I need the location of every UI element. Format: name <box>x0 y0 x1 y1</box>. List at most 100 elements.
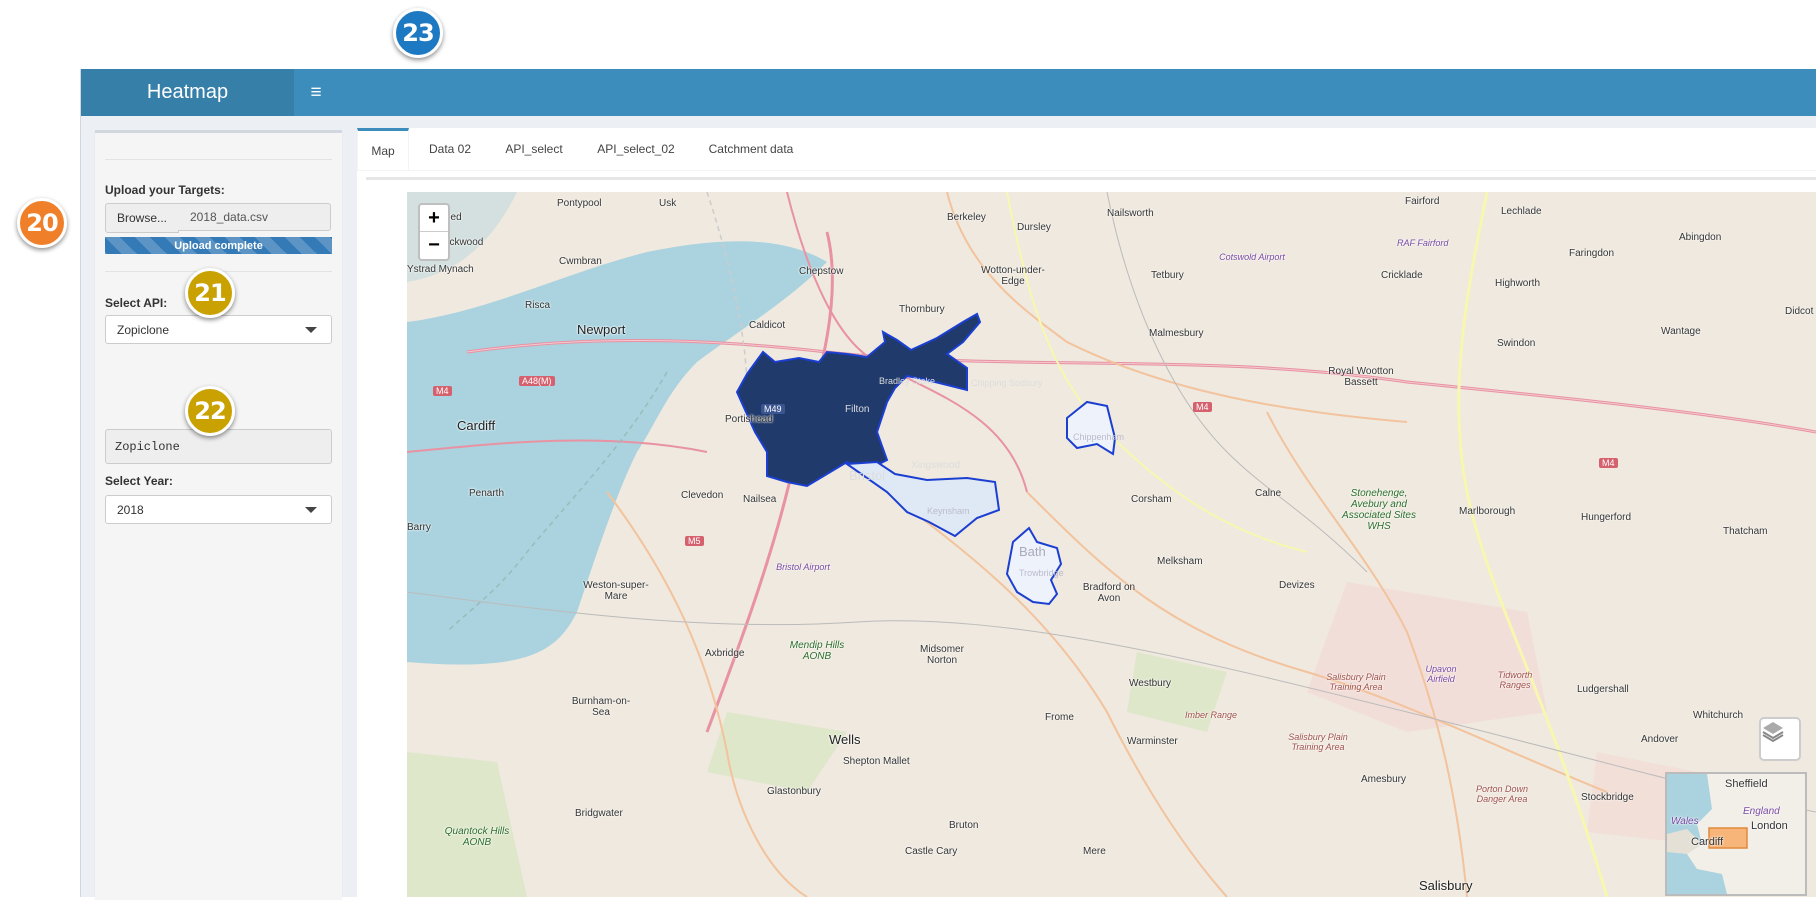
map-label: Weston-super-Mare <box>583 580 649 602</box>
map-label: Filton <box>845 404 870 415</box>
minimap-label: London <box>1751 820 1788 832</box>
map-label: Corsham <box>1131 494 1172 505</box>
select-year-label: Select Year: <box>105 474 173 488</box>
callout-21: 21 <box>185 268 235 318</box>
map-label: Bristol Airport <box>776 562 830 572</box>
map-label: Frome <box>1045 712 1074 723</box>
map-label: Stonehenge, Avebury and Associated Sites… <box>1342 488 1416 532</box>
map-label: Portishead <box>725 414 773 425</box>
map-label: Highworth <box>1495 278 1541 289</box>
api-select[interactable]: Zopiclone <box>105 315 332 344</box>
browse-button[interactable]: Browse... <box>105 203 179 233</box>
map-label: Didcot <box>1785 306 1814 317</box>
map-label: Tetbury <box>1151 270 1184 281</box>
map-label: Stockbridge <box>1581 792 1634 803</box>
map-label: Dursley <box>1017 222 1051 233</box>
zoom-out-button[interactable]: − <box>420 231 448 258</box>
map-label: Chippenham <box>1073 432 1125 442</box>
map-label: Faringdon <box>1569 248 1615 259</box>
upload-progress-bar: Upload complete <box>105 237 332 254</box>
map-label: Bridgwater <box>575 808 623 819</box>
year-select-value: 2018 <box>117 502 144 517</box>
minimap-label: Cardiff <box>1691 836 1724 848</box>
app-header: Heatmap ≡ <box>81 69 1816 116</box>
road-shield: M5 <box>685 536 704 546</box>
map-label: Malmesbury <box>1149 328 1204 339</box>
hamburger-icon: ≡ <box>310 81 322 103</box>
file-name-field: 2018_data.csv <box>178 203 331 231</box>
map-label: Westbury <box>1129 678 1172 689</box>
map-label: Newport <box>577 322 626 337</box>
tab-data-02[interactable]: Data 02 <box>414 128 486 170</box>
map-label: Cricklade <box>1381 270 1423 281</box>
map-label: Thornbury <box>899 304 945 315</box>
map-label: Wotton-under-Edge <box>981 265 1045 287</box>
select-api-label: Select API: <box>105 296 168 310</box>
layers-button[interactable] <box>1759 717 1801 761</box>
map-label: Warminster <box>1127 736 1178 747</box>
map-label: Burnham-on-Sea <box>571 696 631 718</box>
tab-map[interactable]: Map <box>357 128 409 170</box>
map-label: Wantage <box>1661 326 1701 337</box>
sidebar-toggle-button[interactable]: ≡ <box>294 69 338 116</box>
map-label: Calne <box>1255 488 1282 499</box>
road-shield: M4 <box>1193 402 1212 412</box>
map-label: Porton Down Danger Area <box>1475 784 1529 804</box>
map-label: Cardiff <box>457 418 496 433</box>
tab-api-select-02[interactable]: API_select_02 <box>582 128 690 170</box>
map-label: Quantock Hills AONB <box>444 826 510 848</box>
map-label: Devizes <box>1279 580 1315 591</box>
minimap[interactable]: Sheffield England Wales London Cardiff <box>1665 772 1807 896</box>
map-label: Nailsworth <box>1107 208 1154 219</box>
tab-catchment-data[interactable]: Catchment data <box>697 128 805 170</box>
zoom-control: + − <box>418 203 450 261</box>
tab-api-select[interactable]: API_select <box>492 128 576 170</box>
map-label: Bradley Stoke <box>879 376 936 386</box>
map-label: Hungerford <box>1581 512 1632 523</box>
map-label: Pontypool <box>557 198 602 209</box>
map-label: Royal Wootton Bassett <box>1328 366 1394 388</box>
caret-down-icon <box>305 507 317 513</box>
callout-23: 23 <box>393 8 443 58</box>
map-label: RAF Fairford <box>1397 238 1449 248</box>
map-label: Berkeley <box>947 212 986 223</box>
divider <box>105 159 332 160</box>
map-label: Glastonbury <box>767 786 821 797</box>
minimap-label: Wales <box>1671 816 1699 827</box>
caret-down-icon <box>305 327 317 333</box>
zoom-in-button[interactable]: + <box>420 205 448 231</box>
progress-text: Upload complete <box>174 239 263 252</box>
map-label: Mendip Hills AONB <box>789 640 845 662</box>
road-shield: M4 <box>1599 458 1618 468</box>
map-label: Midsomer Norton <box>920 644 964 666</box>
map-label: Ystrad Mynach <box>407 264 474 275</box>
map-label: Trowbridge <box>1019 568 1064 578</box>
map-label: Salisbury <box>1419 878 1473 893</box>
year-select[interactable]: 2018 <box>105 495 332 524</box>
map-view[interactable]: + − Pontypool Usk Berkeley Nailsworth Fa… <box>407 192 1816 897</box>
road-shield: M4 <box>433 386 452 396</box>
map-label: Clevedon <box>681 490 724 501</box>
map-label: Xingswood <box>911 460 960 471</box>
minimap-land <box>1667 774 1805 894</box>
minimap-label: England <box>1743 806 1780 817</box>
map-label: Whitchurch <box>1693 710 1744 721</box>
map-label: Fairford <box>1405 196 1440 207</box>
map-label: Chipping Sodbury <box>971 378 1043 388</box>
map-label: Bath <box>1019 544 1046 559</box>
map-label: Axbridge <box>705 648 745 659</box>
map-label: Marlborough <box>1459 506 1516 517</box>
callout-20: 20 <box>17 198 67 248</box>
map-label: Cotswold Airport <box>1219 252 1285 262</box>
map-label: Wells <box>829 732 861 747</box>
layers-icon <box>1762 722 1784 743</box>
app-title[interactable]: Heatmap <box>81 69 294 116</box>
tab-bar: Map Data 02 API_select API_select_02 Cat… <box>357 128 1816 171</box>
map-label: Melksham <box>1157 556 1203 567</box>
map-label: Bruton <box>949 820 979 831</box>
map-label: Amesbury <box>1361 774 1407 785</box>
file-upload: Browse... 2018_data.csv <box>105 203 332 233</box>
map-label: Mere <box>1083 846 1106 857</box>
map-label: Imber Range <box>1185 710 1238 720</box>
road-shield: M49 <box>761 404 785 414</box>
